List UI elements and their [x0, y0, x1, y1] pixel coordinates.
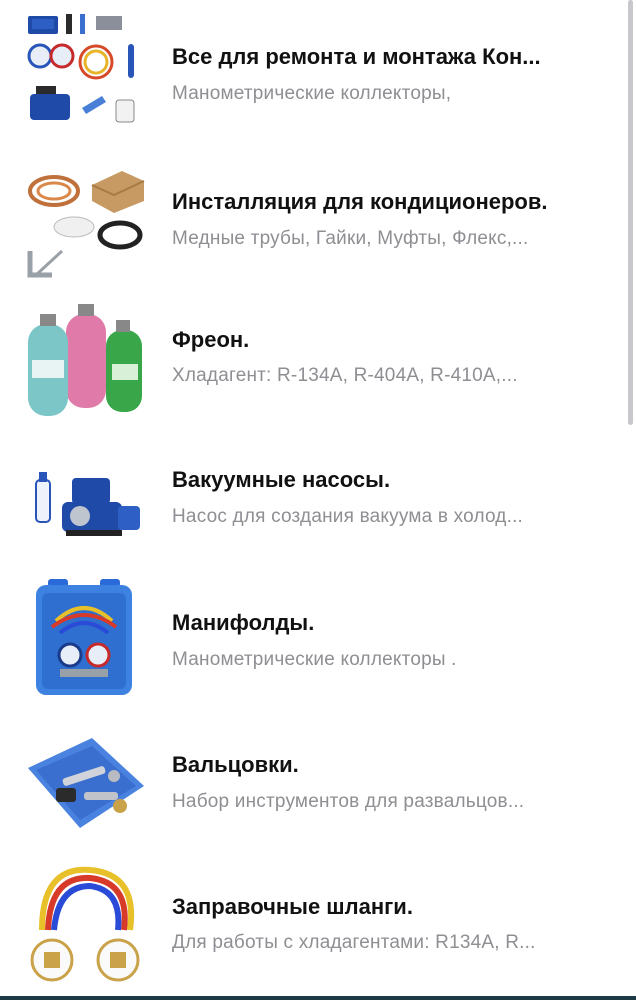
flaring-tool-kit-icon [22, 720, 146, 844]
list-item[interactable]: Манифолды. Манометрические коллекторы . [0, 565, 636, 705]
list-item[interactable]: Все для ремонта и монтажа Кон... Маномет… [0, 0, 636, 140]
installation-materials-icon [22, 155, 146, 279]
ac-repair-tools-icon [22, 10, 146, 134]
vacuum-pump-icon [22, 440, 146, 564]
item-title: Заправочные шланги. [172, 894, 413, 919]
charging-hoses-icon [22, 860, 146, 984]
bottom-edge [0, 996, 636, 1000]
scrollbar[interactable] [628, 0, 633, 425]
list-item[interactable]: Инсталляция для кондиционеров. Медные тр… [0, 145, 636, 285]
item-subtitle: Манометрические коллекторы . [172, 649, 457, 670]
item-subtitle: Хладагент: R-134A, R-404A, R-410A,... [172, 365, 518, 386]
item-subtitle: Насос для создания вакуума в холод... [172, 506, 524, 527]
item-subtitle: Для работы с хладагентами: R134A, R... [172, 932, 536, 953]
item-title: Фреон. [172, 327, 250, 352]
item-subtitle: Манометрические коллекторы, [172, 83, 452, 104]
item-subtitle: Медные трубы, Гайки, Муфты, Флекс,... [172, 228, 529, 249]
list-item[interactable]: Фреон. Хладагент: R-134A, R-404A, R-410A… [0, 285, 636, 425]
item-title: Манифолды. [172, 610, 315, 635]
list-item[interactable]: Заправочные шланги. Для работы с хладаге… [0, 848, 636, 988]
item-title: Вальцовки. [172, 752, 299, 777]
manifold-case-icon [22, 575, 146, 699]
list-item[interactable]: Вальцовки. Набор инструментов для развал… [0, 710, 636, 850]
item-title: Вакуумные насосы. [172, 467, 391, 492]
item-subtitle: Набор инструментов для развальцов... [172, 791, 525, 812]
list-item[interactable]: Вакуумные насосы. Насос для создания вак… [0, 425, 636, 565]
freon-cylinders-icon [22, 300, 146, 424]
item-title: Инсталляция для кондиционеров. [172, 189, 548, 214]
item-title: Все для ремонта и монтажа Кон... [172, 44, 541, 69]
